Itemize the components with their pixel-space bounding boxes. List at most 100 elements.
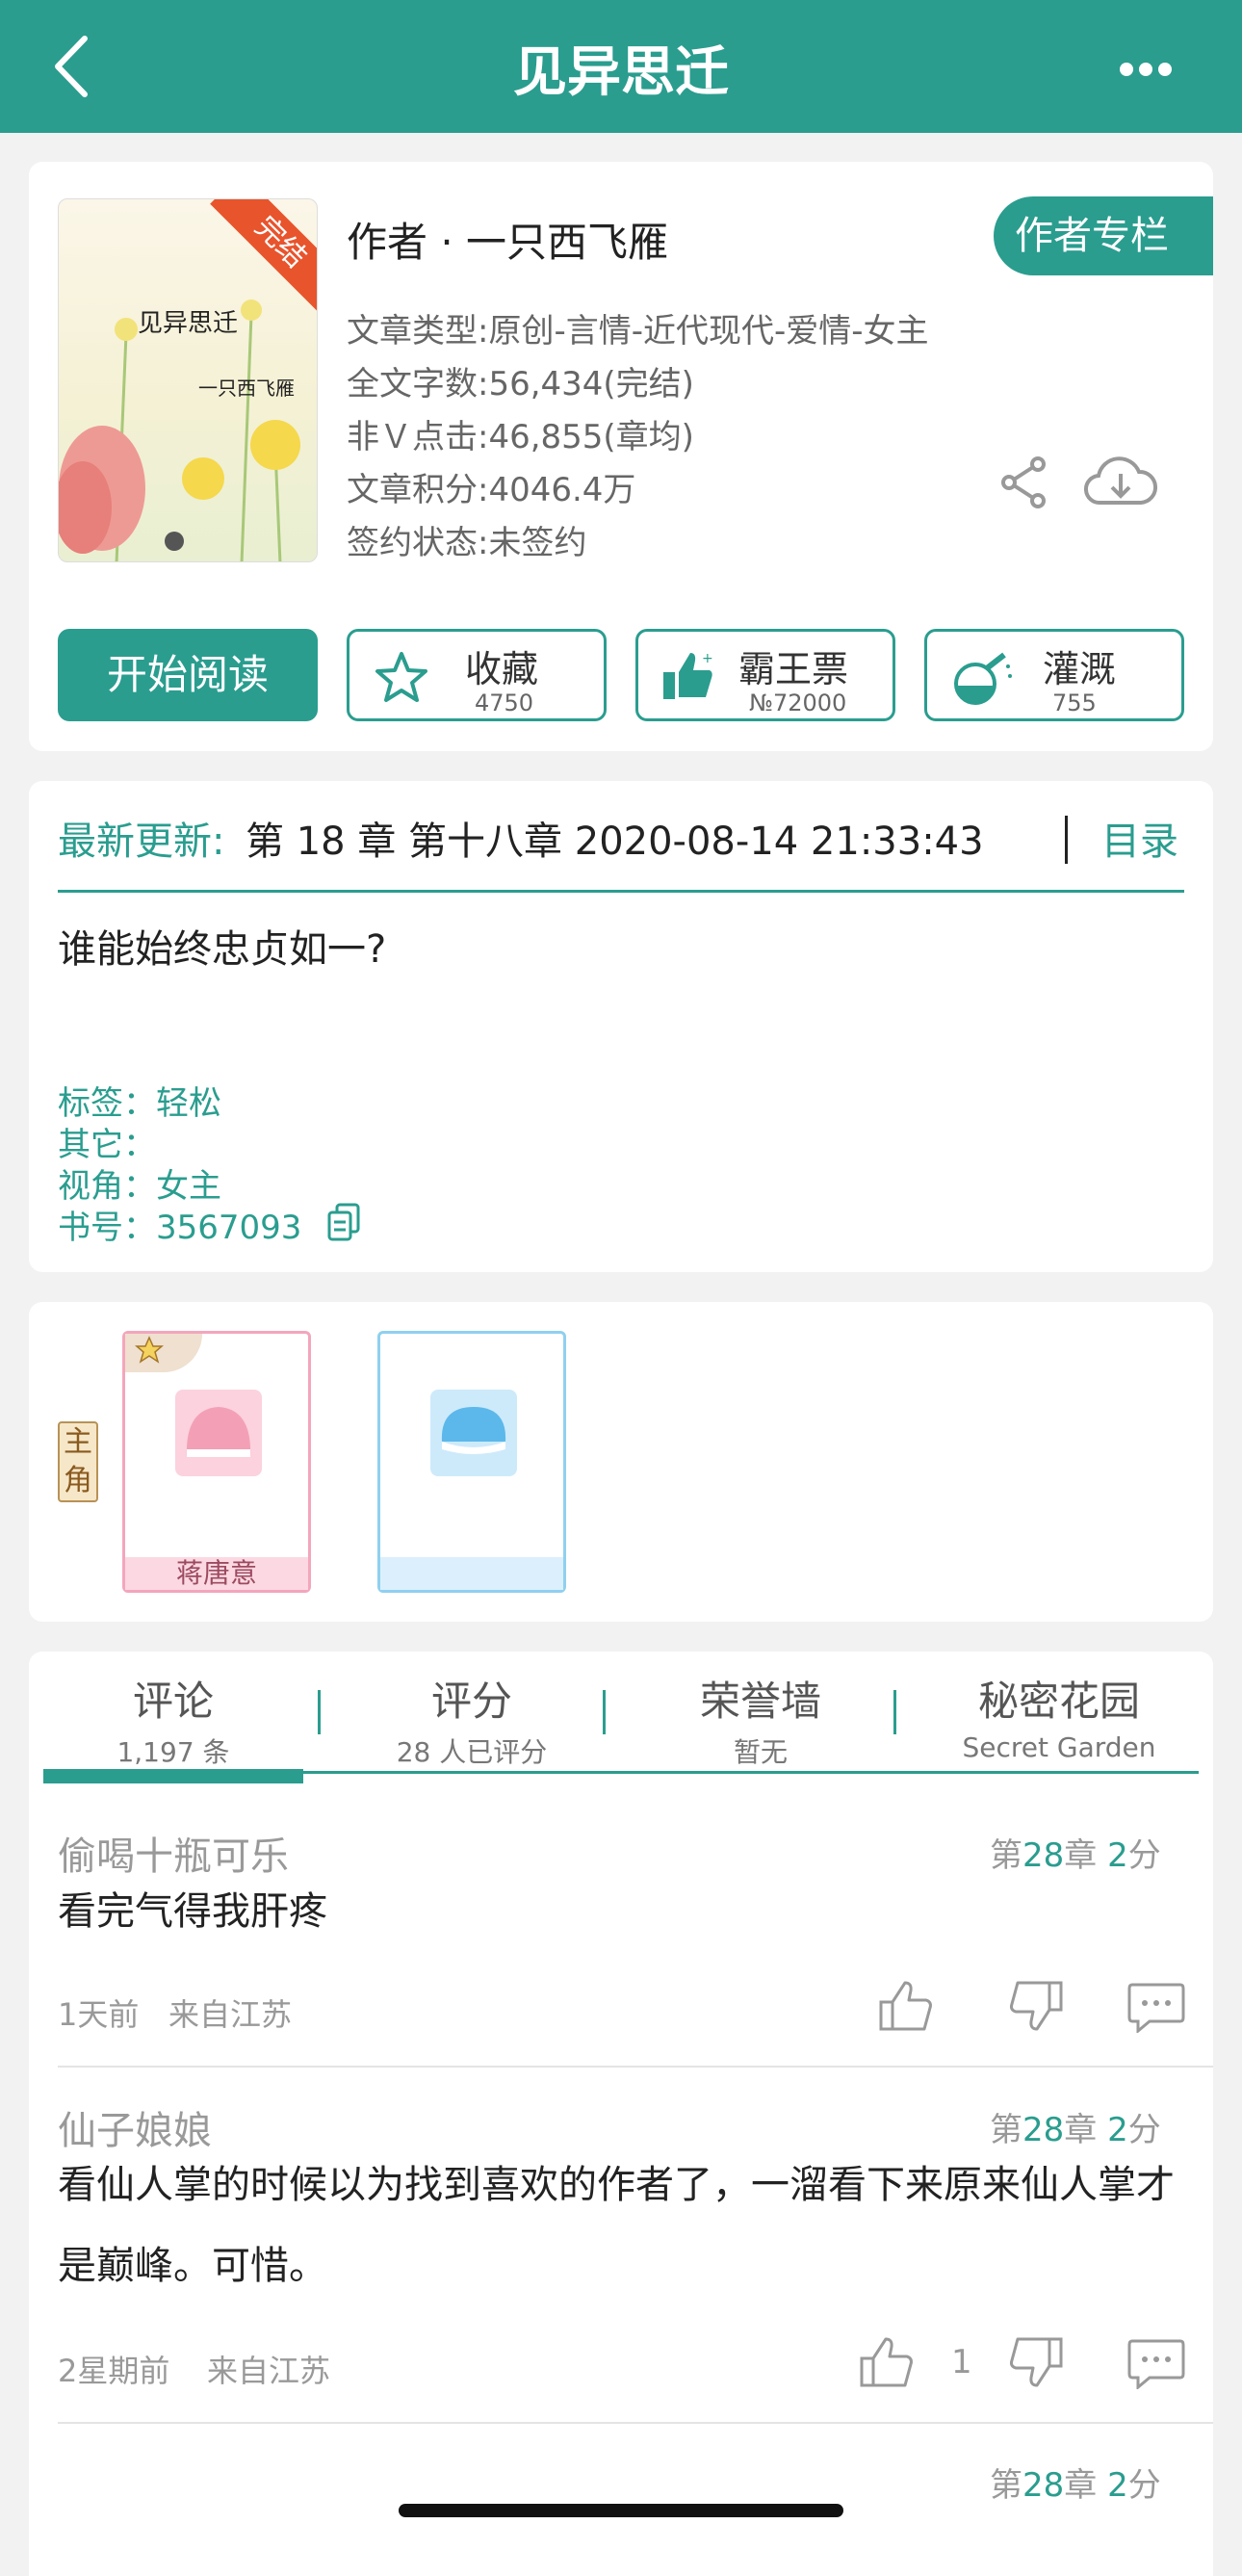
nutrition-count: 755 xyxy=(1052,690,1097,716)
comment-chapter-score: 第28章 2分 xyxy=(990,2459,1161,2506)
tab-subtitle: Secret Garden xyxy=(962,1731,1156,1763)
tags-row: 标签：轻松 xyxy=(58,1077,221,1124)
dislike-icon[interactable] xyxy=(1006,2335,1064,2389)
svg-text:+: + xyxy=(702,651,713,666)
pov-value: 女主 xyxy=(156,1167,221,1206)
vote-button[interactable]: + 霸王票 №72000 xyxy=(635,629,895,721)
comment-body: 看完气得我肝疼 xyxy=(58,1889,327,1934)
comment-divider xyxy=(58,2066,1213,2068)
like-count: 1 xyxy=(951,2343,972,2381)
download-icon[interactable] xyxy=(1083,455,1158,512)
book-number-row: 书号：3567093 xyxy=(58,1201,301,1248)
cover-title: 见异思迁 xyxy=(138,309,239,338)
comment-divider xyxy=(58,2422,1213,2424)
like-icon[interactable] xyxy=(859,2335,917,2389)
book-number-value: 3567093 xyxy=(156,1209,302,1247)
comment-location: 来自江苏 xyxy=(207,2353,331,2389)
tab-subtitle: 28 人已评分 xyxy=(396,1736,548,1768)
score-suffix: 分 xyxy=(1127,2111,1161,2149)
chapter-prefix: 第 xyxy=(990,2466,1022,2505)
comment-location: 来自江苏 xyxy=(168,1996,293,2033)
score-text: 文章积分:4046.4万 xyxy=(347,471,636,509)
more-icon[interactable] xyxy=(1117,60,1175,79)
favorite-button[interactable]: 收藏 4750 xyxy=(347,629,607,721)
tab-ratings[interactable]: 评分 28 人已评分 xyxy=(347,1669,597,1770)
author-line[interactable]: 作者 · 一只西飞雁 xyxy=(347,210,668,269)
share-icon[interactable] xyxy=(999,456,1048,508)
comment-time: 1天前 xyxy=(58,1996,140,2033)
clicks-text: 非Ｖ点击:46,855(章均) xyxy=(347,418,694,456)
dislike-icon[interactable] xyxy=(1006,1979,1064,2033)
tab-subtitle: 暂无 xyxy=(733,1736,788,1768)
author-column-button[interactable]: 作者专栏 xyxy=(994,196,1213,275)
tab-title: 秘密花园 xyxy=(977,1678,1140,1725)
character-card-main[interactable]: 蒋唐意 xyxy=(122,1331,311,1593)
toc-separator xyxy=(1065,816,1068,864)
tab-comments[interactable]: 评论 1,197 条 xyxy=(58,1669,289,1770)
chapter-suffix: 章 xyxy=(1064,1836,1098,1875)
comment-chapter-score: 第28章 2分 xyxy=(990,2103,1161,2150)
pov-row: 视角：女主 xyxy=(58,1159,221,1207)
start-reading-button[interactable]: 开始阅读 xyxy=(58,629,318,721)
tag-value[interactable]: 轻松 xyxy=(156,1084,221,1123)
update-card: 最新更新: 第 18 章 第十八章 2020-08-14 21:33:43 目录… xyxy=(29,781,1213,1272)
like-icon[interactable] xyxy=(878,1979,936,2033)
main-role-label: 主角 xyxy=(58,1421,98,1502)
sign-status-text: 签约状态:未签约 xyxy=(347,524,587,562)
chapter-suffix: 章 xyxy=(1064,2111,1098,2149)
cover-author: 一只西飞雁 xyxy=(198,377,295,400)
score-number: 2 xyxy=(1107,1836,1128,1875)
tab-secret-garden[interactable]: 秘密花园 Secret Garden xyxy=(915,1669,1203,1763)
latest-update-label: 最新更新: xyxy=(58,820,225,864)
book-info-card: 见异思迁 一只西飞雁 完结 作者 · 一只西飞雁 作者专栏 文章类型:原创-言情… xyxy=(29,162,1213,751)
tab-active-indicator xyxy=(43,1769,303,1783)
home-indicator[interactable] xyxy=(399,2504,843,2517)
reply-icon[interactable] xyxy=(1126,1981,1186,2033)
chapter-number: 28 xyxy=(1022,1836,1065,1875)
comment-time: 2星期前 xyxy=(58,2353,170,2389)
word-count-text: 全文字数:56,434(完结) xyxy=(347,365,694,403)
favorite-label: 收藏 xyxy=(465,648,539,690)
copy-icon[interactable] xyxy=(327,1203,360,1241)
score-number: 2 xyxy=(1107,2111,1128,2149)
genre-text: 文章类型:原创-言情-近代现代-爱情-女主 xyxy=(347,312,929,351)
reply-icon[interactable] xyxy=(1126,2337,1186,2389)
score-number: 2 xyxy=(1107,2466,1128,2505)
nutrition-label: 灌溉 xyxy=(1043,648,1117,690)
thumbs-up-icon: + xyxy=(660,647,717,705)
book-summary: 谁能始终忠贞如一? xyxy=(58,927,387,972)
latest-chapter-link[interactable]: 第 18 章 第十八章 2020-08-14 21:33:43 xyxy=(246,810,984,866)
nutrition-button[interactable]: 灌溉 755 xyxy=(924,629,1184,721)
pov-label: 视角： xyxy=(58,1167,156,1206)
star-icon xyxy=(375,651,428,703)
tab-title: 荣誉墙 xyxy=(699,1678,821,1725)
star-badge-icon xyxy=(135,1336,164,1365)
score-suffix: 分 xyxy=(1127,1836,1161,1875)
tab-title: 评分 xyxy=(430,1678,512,1725)
chapter-number: 28 xyxy=(1022,2111,1065,2149)
score-suffix: 分 xyxy=(1127,2466,1161,2505)
book-cover[interactable]: 见异思迁 一只西飞雁 完结 xyxy=(58,198,318,562)
avatar-blue xyxy=(430,1390,517,1476)
vote-count: №72000 xyxy=(749,690,847,716)
toc-link[interactable]: 目录 xyxy=(1101,810,1178,866)
character-name: 蒋唐意 xyxy=(125,1557,308,1590)
tab-separator xyxy=(893,1690,896,1734)
chapter-suffix: 章 xyxy=(1064,2466,1098,2505)
comment-body: 看仙人掌的时候以为找到喜欢的作者了，一溜看下来原来仙人掌才是巅峰。可惜。 xyxy=(58,2163,1175,2288)
chapter-number: 28 xyxy=(1022,2466,1065,2505)
update-divider xyxy=(58,890,1184,893)
flask-icon xyxy=(950,645,1014,709)
character-name-bar xyxy=(380,1557,563,1590)
comment-chapter-score: 第28章 2分 xyxy=(990,1829,1161,1876)
chapter-prefix: 第 xyxy=(990,1836,1022,1875)
tags-label: 标签： xyxy=(58,1084,156,1123)
other-label: 其它： xyxy=(58,1126,156,1164)
chapter-prefix: 第 xyxy=(990,2111,1022,2149)
vote-label: 霸王票 xyxy=(738,648,849,690)
tab-title: 评论 xyxy=(132,1678,214,1725)
character-card-secondary[interactable] xyxy=(377,1331,566,1593)
page-title: 见异思迁 xyxy=(513,41,729,104)
avatar-pink xyxy=(175,1390,262,1476)
tab-honor-wall[interactable]: 荣誉墙 暂无 xyxy=(635,1669,886,1770)
